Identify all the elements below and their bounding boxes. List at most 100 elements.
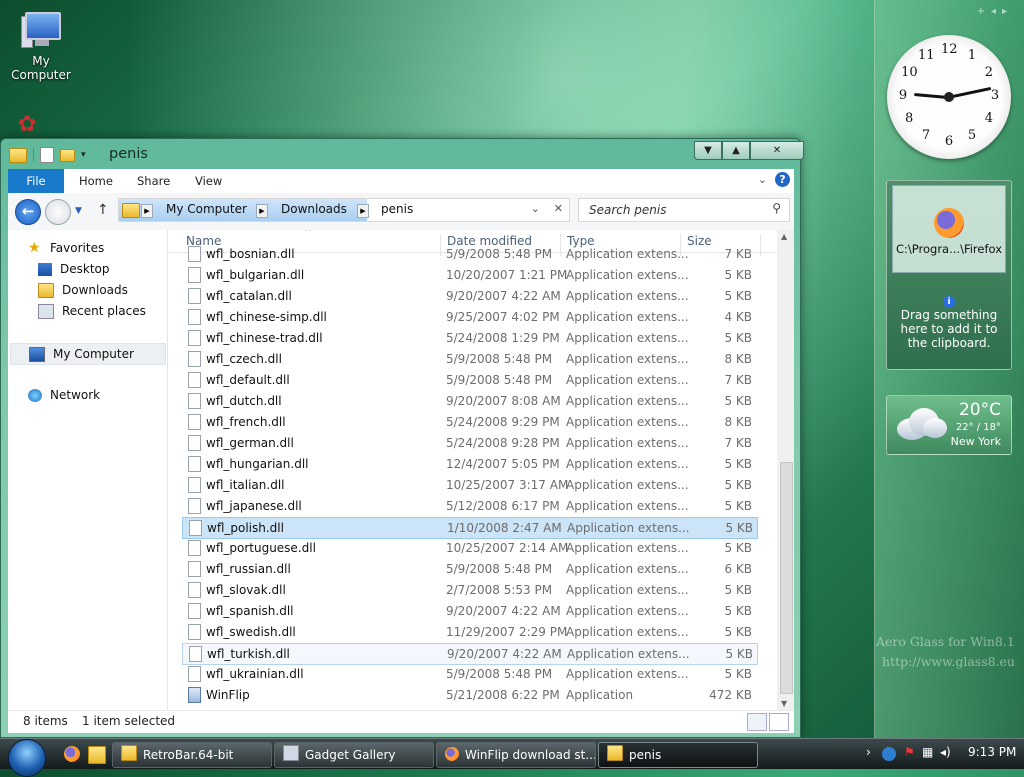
action-center-icon[interactable]: ⚑ [904, 745, 915, 759]
breadcrumb-separator[interactable]: ▶ [357, 204, 369, 218]
tab-home[interactable]: Home [79, 169, 113, 193]
show-hidden-icons[interactable]: › [866, 745, 871, 759]
table-row[interactable]: wfl_bosnian.dll 5/9/2008 5:48 PM Applicati… [182, 244, 756, 264]
table-row[interactable]: wfl_czech.dll 5/9/2008 5:48 PM Application… [182, 349, 756, 369]
chevron-down-icon[interactable]: ⌄ [758, 173, 767, 186]
tab-view[interactable]: View [195, 169, 222, 193]
clipboard-item[interactable]: C:\Progra...\Firefox [892, 185, 1006, 273]
table-row[interactable]: wfl_italian.dll 10/25/2007 3:17 AM Applica… [182, 475, 756, 495]
nav-my-computer[interactable]: My Computer [10, 343, 166, 365]
tray-app-icon[interactable] [882, 747, 896, 761]
nav-desktop[interactable]: Desktop [38, 259, 110, 279]
explorer-icon[interactable] [88, 746, 106, 764]
file-type: Application extens... [566, 415, 689, 429]
breadcrumb-penis[interactable]: penis [381, 202, 413, 216]
table-row[interactable]: wfl_default.dll 5/9/2008 5:48 PM Applicati… [182, 370, 756, 390]
table-row[interactable]: wfl_dutch.dll 9/20/2007 8:08 AM Applicatio… [182, 391, 756, 411]
table-row[interactable]: wfl_french.dll 5/24/2008 9:29 PM Applicati… [182, 412, 756, 432]
nav-downloads[interactable]: Downloads [38, 280, 128, 300]
table-row[interactable]: wfl_japanese.dll 5/12/2008 6:17 PM Applica… [182, 496, 756, 516]
new-folder-icon[interactable] [60, 148, 75, 162]
nav-network[interactable]: Network [28, 385, 100, 405]
computer-icon [29, 346, 45, 362]
file-name: wfl_slovak.dll [206, 583, 286, 597]
taskbar-button-penis[interactable]: penis [598, 742, 758, 768]
flower-icon[interactable]: ✿ [18, 112, 62, 138]
back-button[interactable]: ← [15, 199, 41, 225]
recent-locations-dropdown[interactable]: ▼ [75, 206, 82, 216]
file-type: Application extens... [567, 521, 690, 535]
file-icon [188, 351, 201, 367]
table-row[interactable]: wfl_polish.dll 1/10/2008 2:47 AM Applicati… [182, 517, 758, 539]
breadcrumb-my-computer[interactable]: My Computer [166, 202, 247, 216]
address-dropdown-icon[interactable]: ⌄ [531, 202, 540, 215]
customize-qa-icon[interactable]: ▾ [81, 150, 86, 160]
firefox-icon[interactable] [64, 746, 80, 762]
search-icon[interactable]: ⚲ [772, 201, 781, 215]
clear-icon[interactable]: ✕ [554, 202, 563, 215]
table-row[interactable]: wfl_turkish.dll 9/20/2007 4:22 AM Applicat… [182, 643, 758, 665]
close-button[interactable]: ✕ [750, 141, 804, 160]
item-count: 8 items [23, 714, 68, 728]
tab-file[interactable]: File [8, 169, 64, 193]
table-row[interactable]: WinFlip 5/21/2008 6:22 PM Application 472 K… [182, 685, 756, 705]
properties-icon[interactable] [40, 147, 54, 163]
search-input[interactable] [587, 201, 761, 219]
table-row[interactable]: wfl_chinese-trad.dll 5/24/2008 1:29 PM App… [182, 328, 756, 348]
table-row[interactable]: wfl_slovak.dll 2/7/2008 5:53 PM Applicatio… [182, 580, 756, 600]
title-bar[interactable]: ▾ penis ▼ ▲ ✕ [1, 139, 804, 169]
desktop-icon-my-computer[interactable]: My Computer [2, 8, 80, 82]
file-list[interactable]: Name ^ Date modified Type Size wfl_bosni… [168, 230, 777, 710]
tab-share[interactable]: Share [137, 169, 170, 193]
clock-gadget[interactable]: 12 1 2 3 4 5 6 7 8 9 10 11 [887, 35, 1011, 159]
forward-button[interactable] [45, 199, 71, 225]
minimize-button[interactable]: ▼ [694, 141, 722, 160]
taskbar-button-gadget-gallery[interactable]: Gadget Gallery [274, 742, 434, 768]
table-row[interactable]: wfl_bulgarian.dll 10/20/2007 1:21 PM Appli… [182, 265, 756, 285]
table-row[interactable]: wfl_chinese-simp.dll 9/25/2007 4:02 PM App… [182, 307, 756, 327]
weather-gadget[interactable]: 20°C 22° / 18° New York [886, 395, 1012, 455]
table-row[interactable]: wfl_russian.dll 5/9/2008 5:48 PM Applicati… [182, 559, 756, 579]
breadcrumb-downloads[interactable]: Downloads [281, 202, 347, 216]
volume-icon[interactable]: ◂) [940, 745, 951, 759]
table-row[interactable]: wfl_spanish.dll 9/20/2007 4:22 AM Applicat… [182, 601, 756, 621]
file-type: Application extens... [566, 541, 689, 555]
table-row[interactable]: wfl_portuguese.dll 10/25/2007 2:14 AM Appl… [182, 538, 756, 558]
table-row[interactable]: wfl_ukrainian.dll 5/9/2008 5:48 PM Applica… [182, 664, 756, 684]
breadcrumb-separator[interactable]: ▶ [256, 204, 268, 218]
table-row[interactable]: wfl_swedish.dll 11/29/2007 2:29 PM Applica… [182, 622, 756, 642]
vertical-scrollbar[interactable]: ▲ ▼ [777, 230, 794, 710]
explorer-window[interactable]: ▾ penis ▼ ▲ ✕ File Home Share View ⌄ ? ←… [0, 138, 804, 738]
address-row: ← ▼ ↑ ▶ My Computer ▶ Downloads ▶ penis … [8, 193, 794, 231]
taskbar-button-retrobar[interactable]: RetroBar.64-bit [112, 742, 272, 768]
help-icon[interactable]: ? [775, 172, 790, 187]
table-row[interactable]: wfl_german.dll 5/24/2008 9:28 PM Applicati… [182, 433, 756, 453]
column-separator[interactable] [760, 234, 761, 256]
clipboard-gadget[interactable]: C:\Progra...\Firefox i Drag something he… [886, 180, 1012, 370]
scroll-down-arrow[interactable]: ▼ [781, 699, 787, 708]
nav-favorites[interactable]: ★ Favorites [28, 238, 104, 258]
breadcrumb-separator[interactable]: ▶ [141, 204, 153, 218]
scroll-thumb[interactable] [780, 462, 793, 694]
clock-time[interactable]: 9:13 PM [968, 745, 1016, 759]
details-view-button[interactable] [747, 713, 767, 731]
up-button[interactable]: ↑ [97, 202, 109, 218]
start-button[interactable] [8, 739, 46, 777]
file-size: 5 KB [724, 478, 752, 492]
file-size: 5 KB [724, 625, 752, 639]
large-icons-view-button[interactable] [769, 713, 789, 731]
address-bar[interactable]: ▶ My Computer ▶ Downloads ▶ penis ⌄ ✕ [118, 198, 570, 222]
scroll-up-arrow[interactable]: ▲ [781, 232, 787, 241]
folder-icon [9, 147, 27, 163]
sidebar-nav-arrows[interactable]: +◂▸ [977, 6, 1013, 17]
table-row[interactable]: wfl_hungarian.dll 12/4/2007 5:05 PM Applic… [182, 454, 756, 474]
taskbar-button-winflip[interactable]: WinFlip download st... [436, 742, 596, 768]
network-tray-icon[interactable]: ▦ [922, 745, 933, 759]
table-row[interactable]: wfl_catalan.dll 9/20/2007 4:22 AM Applicat… [182, 286, 756, 306]
nav-recent-places[interactable]: Recent places [38, 301, 146, 321]
maximize-button[interactable]: ▲ [722, 141, 750, 160]
search-box[interactable]: ⚲ [578, 198, 790, 222]
file-name: wfl_dutch.dll [206, 394, 282, 408]
file-date: 10/25/2007 2:14 AM [446, 541, 569, 555]
hour-hand [913, 93, 949, 99]
